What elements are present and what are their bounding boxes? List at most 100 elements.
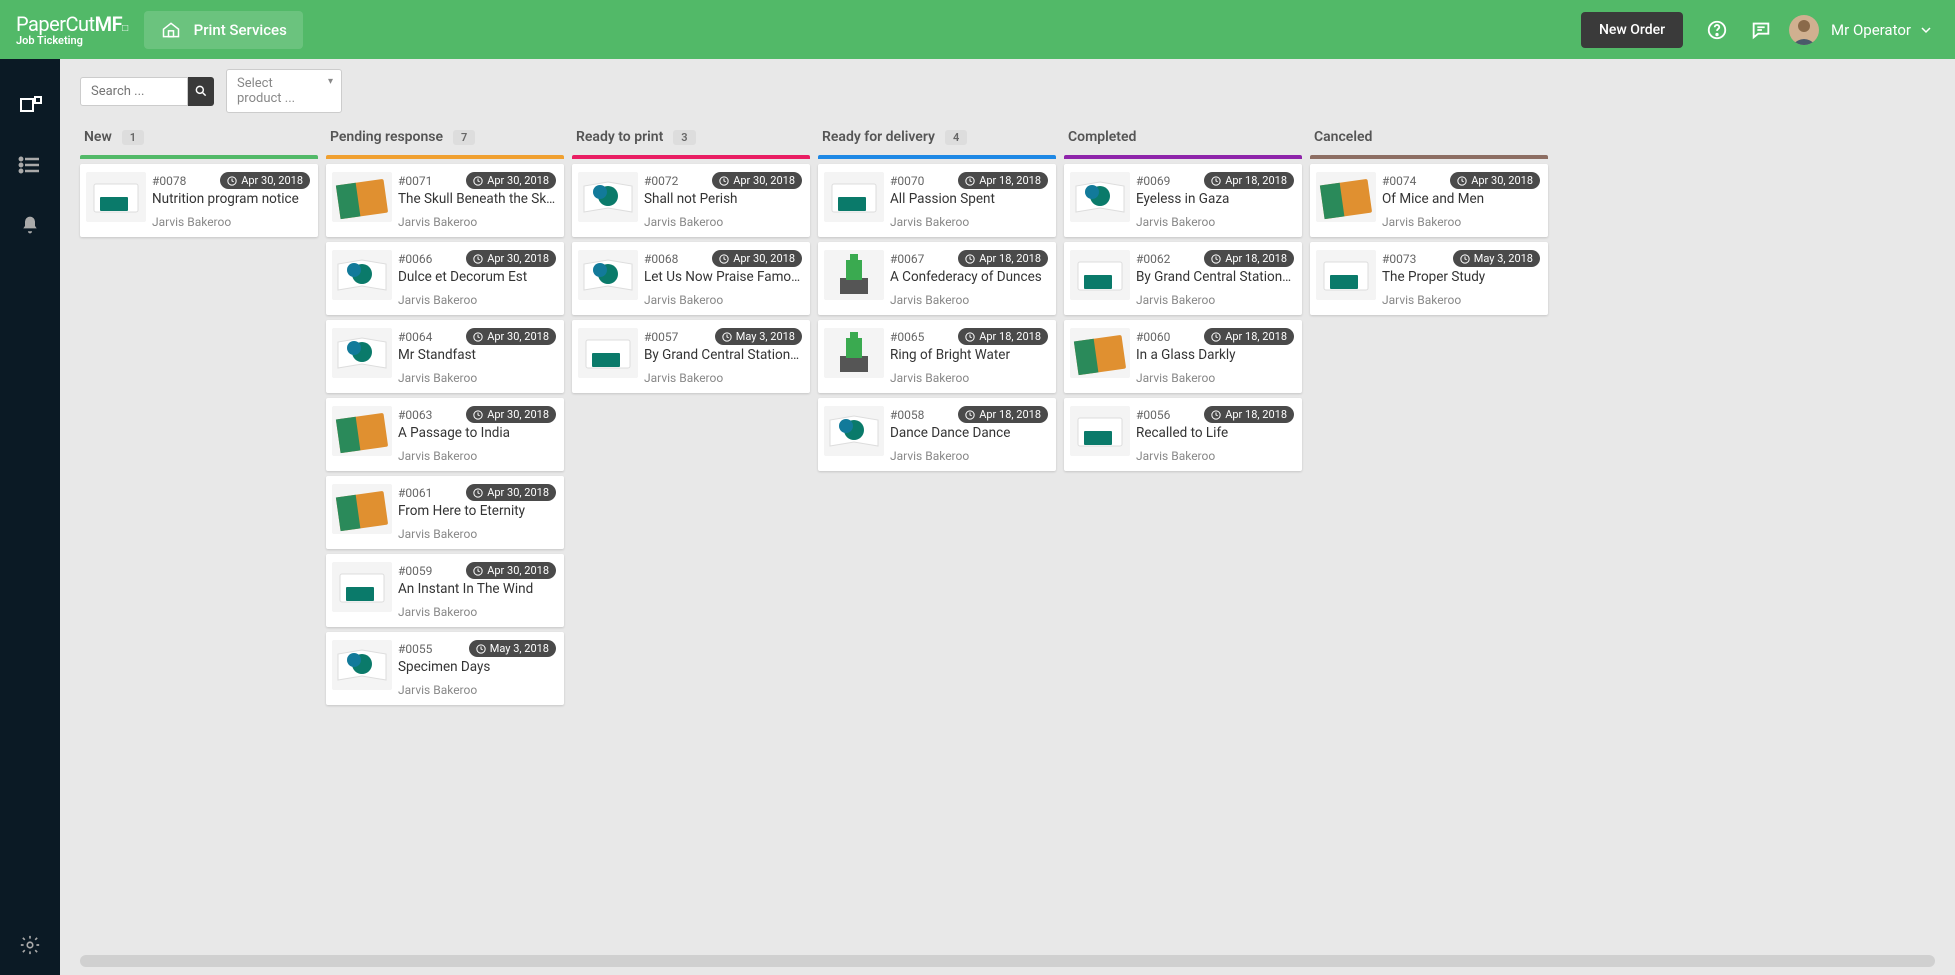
card-title: By Grand Central Station I S... <box>644 347 802 363</box>
card-author: Jarvis Bakeroo <box>644 371 802 385</box>
card-author: Jarvis Bakeroo <box>644 215 802 229</box>
card-author: Jarvis Bakeroo <box>644 293 802 307</box>
column-title: Canceled <box>1314 129 1372 145</box>
ticket-card[interactable]: #0062 Apr 18, 2018 By Grand Central Stat… <box>1064 242 1302 315</box>
card-body: #0068 Apr 30, 2018 Let Us Now Praise Fam… <box>644 250 802 307</box>
card-body: #0065 Apr 18, 2018 Ring of Bright Water … <box>890 328 1048 385</box>
card-date: Apr 30, 2018 <box>733 174 795 187</box>
card-author: Jarvis Bakeroo <box>398 293 556 307</box>
column-header: Pending response7 <box>326 123 564 155</box>
card-thumbnail <box>824 328 884 378</box>
card-body: #0058 Apr 18, 2018 Dance Dance Dance Jar… <box>890 406 1048 463</box>
card-date-tag: Apr 30, 2018 <box>712 250 802 267</box>
column-title: New <box>84 129 112 145</box>
column-drop: #0069 Apr 18, 2018 Eyeless in Gaza Jarvi… <box>1064 159 1302 943</box>
ticket-card[interactable]: #0061 Apr 30, 2018 From Here to Eternity… <box>326 476 564 549</box>
ticket-card[interactable]: #0055 May 3, 2018 Specimen Days Jarvis B… <box>326 632 564 705</box>
ticket-card[interactable]: #0071 Apr 30, 2018 The Skull Beneath the… <box>326 164 564 237</box>
filter-bar: Select product ... <box>60 59 1955 123</box>
card-id: #0068 <box>644 252 678 266</box>
column-header: Completed <box>1064 123 1302 155</box>
card-title: From Here to Eternity <box>398 503 556 519</box>
ticket-card[interactable]: #0068 Apr 30, 2018 Let Us Now Praise Fam… <box>572 242 810 315</box>
column-header: Ready to print3 <box>572 123 810 155</box>
card-title: Dance Dance Dance <box>890 425 1048 441</box>
column: New1 #0078 Apr 30, 2018 Nutrition progra… <box>80 123 318 943</box>
horizontal-scrollbar[interactable] <box>80 955 1935 967</box>
card-body: #0055 May 3, 2018 Specimen Days Jarvis B… <box>398 640 556 697</box>
ticket-card[interactable]: #0060 Apr 18, 2018 In a Glass Darkly Jar… <box>1064 320 1302 393</box>
chat-icon[interactable] <box>1739 8 1783 52</box>
user-menu[interactable]: Mr Operator <box>1819 21 1939 39</box>
card-author: Jarvis Bakeroo <box>398 527 556 541</box>
ticket-card[interactable]: #0070 Apr 18, 2018 All Passion Spent Jar… <box>818 164 1056 237</box>
nav-alerts-icon[interactable] <box>0 195 60 255</box>
card-thumbnail <box>332 484 392 534</box>
card-author: Jarvis Bakeroo <box>1136 371 1294 385</box>
nav-settings-icon[interactable] <box>0 915 60 975</box>
ticket-card[interactable]: #0078 Apr 30, 2018 Nutrition program not… <box>80 164 318 237</box>
card-body: #0066 Apr 30, 2018 Dulce et Decorum Est … <box>398 250 556 307</box>
card-body: #0062 Apr 18, 2018 By Grand Central Stat… <box>1136 250 1294 307</box>
brand-suffix: MF <box>95 12 123 36</box>
ticket-card[interactable]: #0064 Apr 30, 2018 Mr Standfast Jarvis B… <box>326 320 564 393</box>
help-icon[interactable] <box>1695 8 1739 52</box>
column-count-badge: 4 <box>945 130 967 145</box>
search-input[interactable] <box>80 77 188 106</box>
column: Completed #0069 Apr 18, 2018 Eyeless in … <box>1064 123 1302 943</box>
card-date: Apr 30, 2018 <box>487 408 549 421</box>
card-thumbnail <box>578 250 638 300</box>
card-date-tag: Apr 18, 2018 <box>958 250 1048 267</box>
card-id: #0074 <box>1382 174 1416 188</box>
card-author: Jarvis Bakeroo <box>398 215 556 229</box>
ticket-card[interactable]: #0059 Apr 30, 2018 An Instant In The Win… <box>326 554 564 627</box>
ticket-card[interactable]: #0056 Apr 18, 2018 Recalled to Life Jarv… <box>1064 398 1302 471</box>
card-author: Jarvis Bakeroo <box>890 293 1048 307</box>
card-thumbnail <box>824 250 884 300</box>
card-id: #0069 <box>1136 174 1170 188</box>
card-thumbnail <box>332 640 392 690</box>
card-thumbnail <box>1316 250 1376 300</box>
card-date-tag: Apr 30, 2018 <box>1450 172 1540 189</box>
card-id: #0060 <box>1136 330 1170 344</box>
nav-board-icon[interactable] <box>0 75 60 135</box>
card-title: Ring of Bright Water <box>890 347 1048 363</box>
nav-list-icon[interactable] <box>0 135 60 195</box>
user-avatar[interactable] <box>1789 15 1819 45</box>
card-title: The Skull Beneath the Skin <box>398 191 556 207</box>
ticket-card[interactable]: #0074 Apr 30, 2018 Of Mice and Men Jarvi… <box>1310 164 1548 237</box>
ticket-card[interactable]: #0063 Apr 30, 2018 A Passage to India Ja… <box>326 398 564 471</box>
print-services-tab[interactable]: Print Services <box>144 11 303 49</box>
card-title: Dulce et Decorum Est <box>398 269 556 285</box>
ticket-card[interactable]: #0057 May 3, 2018 By Grand Central Stati… <box>572 320 810 393</box>
card-date: Apr 30, 2018 <box>487 330 549 343</box>
ticket-card[interactable]: #0072 Apr 30, 2018 Shall not Perish Jarv… <box>572 164 810 237</box>
brand-sub: Job Ticketing <box>16 34 128 47</box>
card-date: May 3, 2018 <box>736 330 795 343</box>
column: Canceled #0074 Apr 30, 2018 Of Mice and … <box>1310 123 1548 943</box>
card-date-tag: Apr 18, 2018 <box>958 172 1048 189</box>
card-date-tag: Apr 30, 2018 <box>220 172 310 189</box>
ticket-card[interactable]: #0066 Apr 30, 2018 Dulce et Decorum Est … <box>326 242 564 315</box>
card-thumbnail <box>332 406 392 456</box>
card-date-tag: Apr 30, 2018 <box>466 562 556 579</box>
card-id: #0057 <box>644 330 678 344</box>
card-author: Jarvis Bakeroo <box>1382 215 1540 229</box>
select-product-dropdown[interactable]: Select product ... <box>226 69 342 113</box>
column: Ready for delivery4 #0070 Apr 18, 2018 A… <box>818 123 1056 943</box>
ticket-card[interactable]: #0067 Apr 18, 2018 A Confederacy of Dunc… <box>818 242 1056 315</box>
search-button[interactable] <box>188 77 214 106</box>
card-title: All Passion Spent <box>890 191 1048 207</box>
column: Pending response7 #0071 Apr 30, 2018 The… <box>326 123 564 943</box>
card-date-tag: Apr 30, 2018 <box>466 250 556 267</box>
ticket-card[interactable]: #0058 Apr 18, 2018 Dance Dance Dance Jar… <box>818 398 1056 471</box>
card-date: Apr 18, 2018 <box>1225 408 1287 421</box>
card-author: Jarvis Bakeroo <box>398 683 556 697</box>
ticket-card[interactable]: #0073 May 3, 2018 The Proper Study Jarvi… <box>1310 242 1548 315</box>
card-title: Mr Standfast <box>398 347 556 363</box>
ticket-card[interactable]: #0065 Apr 18, 2018 Ring of Bright Water … <box>818 320 1056 393</box>
card-title: By Grand Central Station I S... <box>1136 269 1294 285</box>
new-order-button[interactable]: New Order <box>1581 12 1683 48</box>
ticket-card[interactable]: #0069 Apr 18, 2018 Eyeless in Gaza Jarvi… <box>1064 164 1302 237</box>
card-author: Jarvis Bakeroo <box>890 371 1048 385</box>
